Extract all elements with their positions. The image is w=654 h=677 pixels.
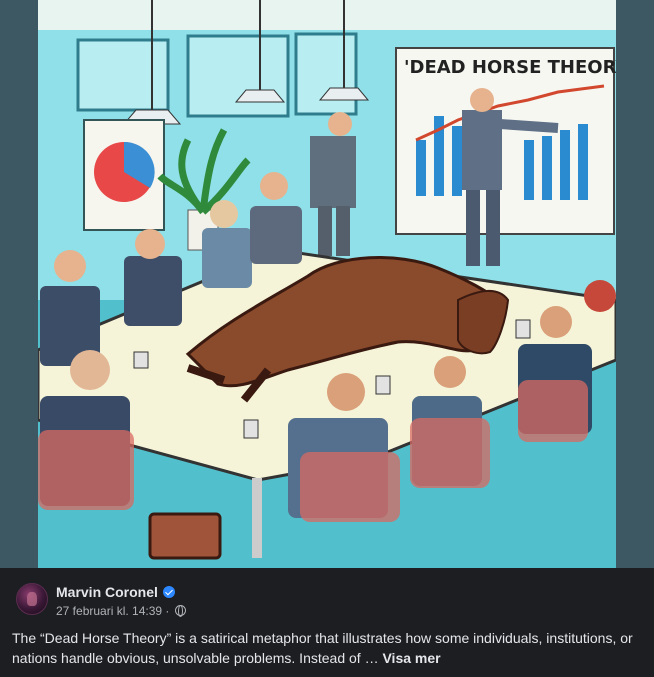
author-name[interactable]: Marvin Coronel: [56, 584, 158, 600]
author-row: Marvin Coronel: [56, 584, 175, 600]
post-media[interactable]: 'DEAD HORSE THEORY: [0, 0, 654, 568]
svg-text:'DEAD HORSE THEORY: 'DEAD HORSE THEORY: [404, 57, 616, 78]
post-timestamp[interactable]: 27 februari kl. 14:39: [56, 604, 162, 618]
verified-badge-icon: [162, 586, 175, 598]
meta-separator: ·: [165, 604, 170, 618]
post-image[interactable]: 'DEAD HORSE THEORY: [38, 0, 616, 568]
see-more-link[interactable]: Visa mer: [382, 650, 440, 666]
caption-text: The “Dead Horse Theory” is a satirical m…: [12, 630, 633, 666]
avatar-icon[interactable]: [16, 583, 48, 615]
post-caption: The “Dead Horse Theory” is a satirical m…: [12, 628, 642, 668]
post-meta: 27 februari kl. 14:39 ·: [56, 604, 186, 618]
globe-icon[interactable]: [174, 605, 186, 617]
meeting-illustration: 'DEAD HORSE THEORY: [38, 0, 616, 568]
